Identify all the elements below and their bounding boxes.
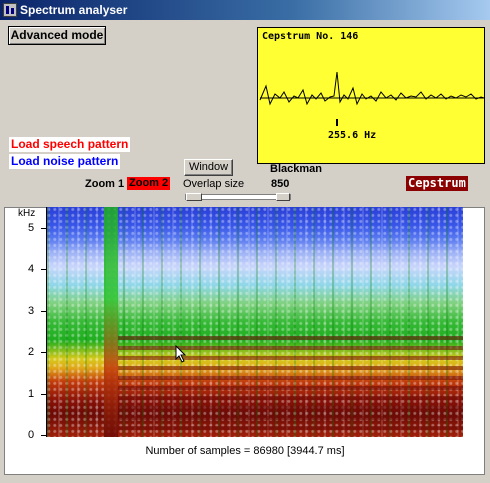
axis-tick-label: 0 bbox=[28, 429, 35, 441]
cepstrum-peak-marker bbox=[336, 119, 338, 126]
cepstrum-plot bbox=[259, 71, 485, 106]
frequency-axis-unit: kHz bbox=[18, 208, 36, 219]
zoom-1-button[interactable]: Zoom 1 bbox=[85, 178, 124, 190]
app-icon bbox=[3, 3, 17, 17]
axis-tick bbox=[41, 311, 47, 312]
overlap-size-label: Overlap size bbox=[183, 178, 245, 190]
window-title: Spectrum analyser bbox=[20, 3, 128, 17]
axis-tick bbox=[41, 269, 47, 270]
axis-tick bbox=[41, 435, 47, 436]
axis-tick-label: 1 bbox=[28, 388, 35, 400]
advanced-mode-button[interactable]: Advanced mode bbox=[8, 26, 106, 45]
overlap-slider-left-arrow[interactable] bbox=[186, 193, 202, 201]
axis-tick bbox=[41, 394, 47, 395]
frequency-axis bbox=[46, 207, 47, 437]
overlap-size-value: 850 bbox=[271, 178, 290, 190]
cepstrum-panel: Cepstrum No. 146 255.6 Hz bbox=[257, 27, 485, 164]
mouse-cursor-icon bbox=[175, 345, 187, 363]
axis-tick-label: 2 bbox=[28, 346, 35, 358]
axis-tick bbox=[41, 228, 47, 229]
sample-count-text: Number of samples = 86980 [3944.7 ms] bbox=[145, 445, 345, 457]
overlap-slider-thumb[interactable] bbox=[276, 193, 290, 201]
axis-tick bbox=[41, 352, 47, 353]
cepstrum-title: Cepstrum No. 146 bbox=[262, 31, 359, 42]
title-bar: Spectrum analyser bbox=[0, 0, 490, 20]
zoom-2-button[interactable]: Zoom 2 bbox=[127, 177, 171, 190]
window-button[interactable]: Window bbox=[184, 159, 233, 176]
axis-tick-label: 3 bbox=[28, 305, 35, 317]
spectrogram-onset bbox=[104, 207, 118, 437]
cepstrum-toggle-button[interactable]: Cepstrum bbox=[406, 176, 468, 191]
cepstrum-frequency: 255.6 Hz bbox=[328, 130, 377, 141]
spectrogram-formant-bands bbox=[118, 330, 463, 430]
load-speech-pattern-button[interactable]: Load speech pattern bbox=[9, 137, 131, 152]
axis-tick-label: 5 bbox=[28, 222, 35, 234]
load-noise-pattern-button[interactable]: Load noise pattern bbox=[9, 154, 121, 169]
window-function-name: Blackman bbox=[270, 163, 322, 175]
axis-tick-label: 4 bbox=[28, 263, 35, 275]
